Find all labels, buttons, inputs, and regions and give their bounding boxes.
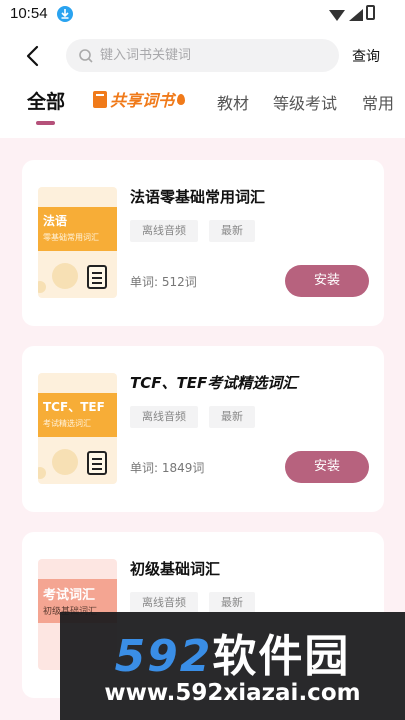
tab-shared-books[interactable]: 共享词书	[93, 87, 186, 111]
search-header: 查询	[0, 38, 405, 74]
book-title[interactable]: 法语零基础常用词汇	[130, 186, 265, 207]
cover-title: 法语	[43, 214, 68, 228]
query-button[interactable]: 查询	[352, 46, 380, 66]
tag-offline-audio: 离线音频	[130, 406, 198, 428]
cover-title: 考试词汇	[43, 588, 96, 603]
category-tabs: 全部 共享词书 教材 等级考试 常用	[0, 84, 405, 128]
book-title[interactable]: TCF、TEF考试精选词汇	[130, 372, 297, 393]
tab-all[interactable]: 全部	[27, 87, 65, 114]
tab-shared-label: 共享词书	[110, 91, 175, 110]
tag-offline-audio: 离线音频	[130, 592, 198, 614]
notepad-icon	[87, 451, 107, 475]
document-icon	[87, 265, 107, 289]
book-title[interactable]: 初级基础词汇	[130, 558, 220, 579]
cover-subtitle: 考试精选词汇	[43, 419, 91, 428]
cover-subtitle: 零基础常用词汇	[43, 233, 99, 242]
tab-textbook[interactable]: 教材	[217, 90, 249, 114]
tab-common[interactable]: 常用	[362, 90, 394, 114]
search-input[interactable]	[100, 39, 330, 72]
book-cover: 法语 零基础常用词汇	[38, 187, 117, 298]
search-box[interactable]	[66, 39, 339, 72]
tag-offline-audio: 离线音频	[130, 220, 198, 242]
word-count: 单词: 512词	[130, 275, 197, 289]
active-tab-indicator	[36, 121, 55, 125]
book-cover: TCF、TEF 考试精选词汇	[38, 373, 117, 484]
search-icon	[78, 48, 94, 64]
download-icon	[57, 6, 73, 22]
tag-newest: 最新	[209, 406, 255, 428]
book-icon	[93, 90, 107, 108]
tag-newest: 最新	[209, 592, 255, 614]
watermark-url: www.592xiazai.com	[104, 680, 361, 706]
cover-title: TCF、TEF	[43, 400, 105, 414]
book-card[interactable]: 法语 零基础常用词汇 法语零基础常用词汇 离线音频 最新 单词: 512词 安装	[22, 160, 384, 326]
tab-level-exam[interactable]: 等级考试	[273, 90, 337, 114]
word-count: 单词: 1849词	[130, 461, 205, 475]
status-bar: 10:54	[0, 0, 405, 28]
flame-icon	[177, 93, 186, 105]
install-button[interactable]: 安装	[285, 451, 369, 483]
tag-newest: 最新	[209, 220, 255, 242]
status-time: 10:54	[10, 5, 48, 22]
watermark-logo: 592软件园	[114, 631, 351, 682]
back-icon[interactable]	[22, 44, 46, 68]
watermark: 592软件园 www.592xiazai.com	[60, 612, 405, 720]
battery-icon	[366, 5, 375, 20]
book-card[interactable]: TCF、TEF 考试精选词汇 TCF、TEF考试精选词汇 离线音频 最新 单词:…	[22, 346, 384, 512]
install-button[interactable]: 安装	[285, 265, 369, 297]
